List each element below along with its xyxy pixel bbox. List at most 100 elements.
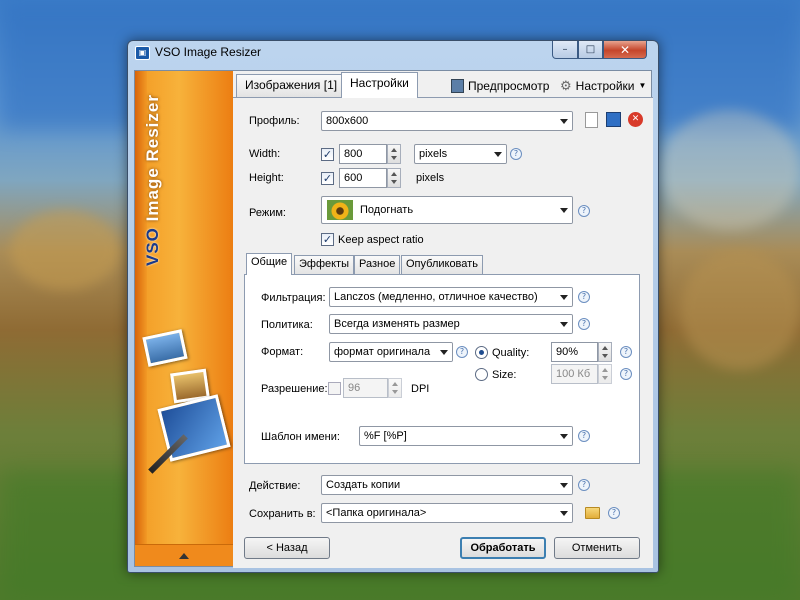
settings-label: Настройки [575, 79, 635, 93]
tab-publish[interactable]: Опубликовать [401, 255, 483, 274]
mode-label: Режим: [249, 207, 286, 219]
resolution-label: Разрешение: [261, 383, 328, 395]
help-icon[interactable]: ? [578, 479, 590, 491]
chevron-down-icon [490, 145, 506, 163]
size-input[interactable]: 100 Кб [551, 364, 598, 384]
format-select[interactable]: формат оригинала [329, 342, 453, 362]
width-checkbox[interactable]: ✓ [321, 148, 334, 161]
format-value: формат оригинала [334, 346, 431, 358]
quality-radio[interactable] [475, 346, 488, 359]
settings-menu-button[interactable]: ⚙ Настройки ▼ [560, 77, 646, 95]
save-to-value: <Папка оригинала> [326, 507, 427, 519]
delete-profile-icon[interactable]: ✕ [628, 112, 643, 127]
help-icon[interactable]: ? [620, 368, 632, 380]
height-spinner[interactable] [387, 168, 401, 188]
chevron-down-icon [556, 427, 572, 445]
help-icon[interactable]: ? [456, 346, 468, 358]
help-icon[interactable]: ? [608, 507, 620, 519]
width-label: Width: [249, 148, 281, 160]
mode-select[interactable]: Подогнать [321, 196, 573, 224]
help-icon[interactable]: ? [578, 318, 590, 330]
profile-select[interactable]: 800x600 [321, 111, 573, 131]
size-spinner[interactable] [598, 364, 612, 384]
tab-effects[interactable]: Эффекты [294, 255, 355, 274]
unit-select[interactable]: pixels [414, 144, 507, 164]
folder-icon[interactable] [585, 507, 600, 519]
action-value: Создать копии [326, 479, 401, 491]
maximize-button[interactable]: □ [578, 41, 603, 59]
save-profile-icon[interactable] [606, 112, 621, 127]
keep-aspect-checkbox[interactable]: ✓ [321, 233, 334, 246]
format-label: Формат: [261, 346, 304, 358]
help-icon[interactable]: ? [620, 346, 632, 358]
help-icon[interactable]: ? [578, 430, 590, 442]
tab-images[interactable]: Изображения [1] [236, 74, 347, 97]
size-label: Size: [492, 369, 517, 381]
mode-value: Подогнать [360, 204, 414, 216]
keep-aspect-label: Keep aspect ratio [338, 234, 424, 246]
profile-label: Профиль: [249, 115, 300, 127]
filtration-select[interactable]: Lanczos (медленно, отличное качество) [329, 287, 573, 307]
chevron-down-icon [556, 197, 572, 223]
tab-general[interactable]: Общие [246, 253, 293, 275]
help-icon[interactable]: ? [578, 205, 590, 217]
app-icon: ▣ [135, 46, 150, 60]
side-banner: VSO Image Resizer [135, 71, 233, 566]
title-bar[interactable]: ▣ VSO Image Resizer – □ ✕ [128, 41, 658, 65]
unit-value: pixels [419, 148, 448, 160]
width-spinner[interactable] [387, 144, 401, 164]
height-input[interactable]: 600 [339, 168, 387, 188]
banner-logo-text: VSO Image Resizer [143, 94, 162, 266]
policy-value: Всегда изменять размер [334, 318, 460, 330]
action-select[interactable]: Создать копии [321, 475, 573, 495]
preview-button[interactable]: Предпросмотр [451, 77, 549, 95]
dpi-label: DPI [411, 383, 430, 395]
resolution-spinner[interactable] [388, 378, 402, 398]
size-radio[interactable] [475, 368, 488, 381]
chevron-down-icon [556, 504, 572, 522]
height-unit-label: pixels [416, 172, 445, 184]
tab-misc[interactable]: Разное [354, 255, 401, 274]
profile-value: 800x600 [326, 115, 369, 127]
resolution-checkbox[interactable] [328, 382, 341, 395]
tab-settings[interactable]: Настройки [341, 72, 418, 98]
filtration-value: Lanczos (медленно, отличное качество) [334, 291, 538, 303]
photo-icon-1 [142, 329, 188, 367]
dropdown-arrow-icon: ▼ [638, 81, 647, 90]
name-template-value: %F [%P] [364, 430, 407, 442]
chevron-down-icon [556, 315, 572, 333]
policy-select[interactable]: Всегда изменять размер [329, 314, 573, 334]
quality-label: Quality: [492, 347, 530, 359]
name-template-select[interactable]: %F [%P] [359, 426, 573, 446]
chevron-up-icon [179, 552, 189, 559]
collapse-button[interactable] [135, 544, 233, 566]
minimize-button[interactable]: – [552, 41, 578, 59]
filtration-label: Фильтрация: [261, 292, 326, 304]
process-button[interactable]: Обработать [460, 537, 546, 559]
resolution-input[interactable]: 96 [343, 378, 388, 398]
preview-icon [451, 79, 464, 93]
window-title: VSO Image Resizer [155, 45, 262, 59]
height-checkbox[interactable]: ✓ [321, 172, 334, 185]
save-to-label: Сохранить в: [249, 508, 316, 520]
new-profile-icon[interactable] [585, 112, 598, 128]
chevron-down-icon [556, 112, 572, 130]
help-icon[interactable]: ? [578, 291, 590, 303]
save-to-select[interactable]: <Папка оригинала> [321, 503, 573, 523]
quality-spinner[interactable] [598, 342, 612, 362]
quality-input[interactable]: 90% [551, 342, 598, 362]
cancel-button[interactable]: Отменить [554, 537, 640, 559]
chevron-down-icon [556, 288, 572, 306]
help-icon[interactable]: ? [510, 148, 522, 160]
preview-label: Предпросмотр [468, 79, 550, 93]
sunflower-icon [327, 200, 353, 220]
width-input[interactable]: 800 [339, 144, 387, 164]
gear-icon: ⚙ [560, 78, 572, 93]
height-label: Height: [249, 172, 284, 184]
chevron-down-icon [556, 476, 572, 494]
name-template-label: Шаблон имени: [261, 431, 340, 443]
back-button[interactable]: < Назад [244, 537, 330, 559]
chevron-down-icon [436, 343, 452, 361]
close-button[interactable]: ✕ [603, 41, 647, 59]
action-label: Действие: [249, 480, 301, 492]
